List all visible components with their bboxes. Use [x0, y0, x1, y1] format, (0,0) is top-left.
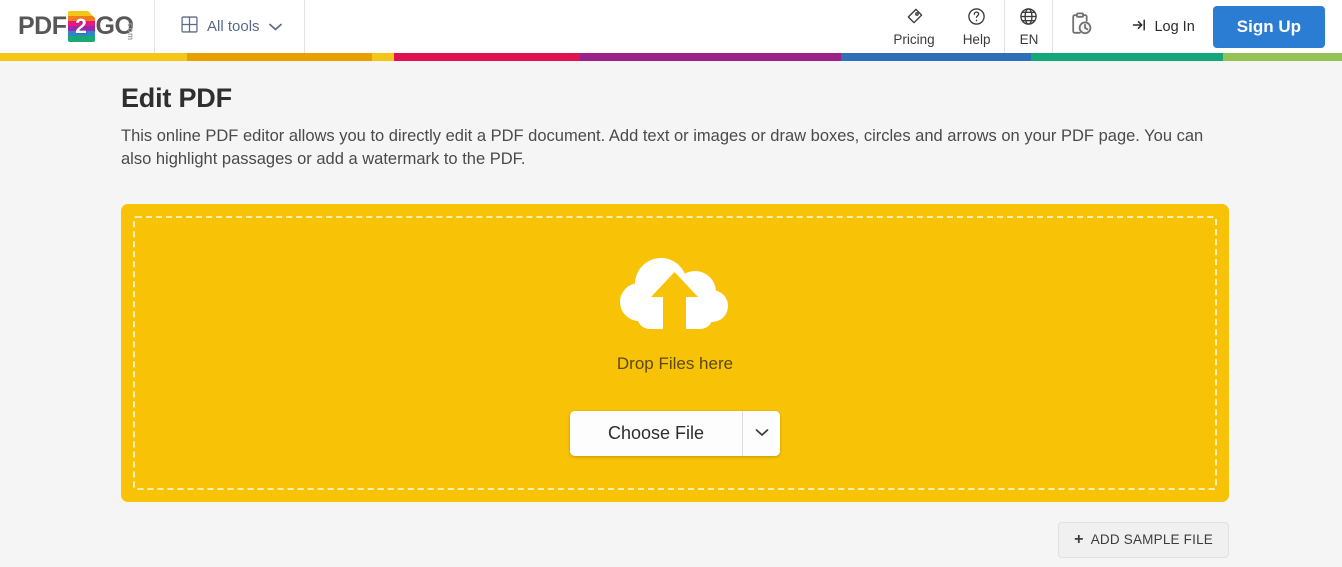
logo-badge-two: 2: [75, 15, 87, 38]
choose-file-button[interactable]: Choose File: [569, 410, 743, 456]
content-column: Edit PDF This online PDF editor allows y…: [121, 61, 1229, 502]
nav-label-pricing: Pricing: [893, 31, 935, 47]
stripe-segment-4: [580, 53, 841, 61]
chevron-down-icon: [755, 424, 769, 442]
question-circle-icon: [967, 7, 986, 31]
stripe-segment-0: [0, 53, 187, 61]
logo-text-left: PDF: [18, 12, 67, 40]
header-nav: Pricing Help EN: [879, 0, 1110, 53]
cloud-upload-icon: [617, 250, 733, 347]
logo-document-icon: 2: [67, 11, 95, 42]
color-stripe: [0, 53, 1342, 61]
price-tag-icon: [905, 7, 924, 31]
add-sample-file-label: ADD SAMPLE FILE: [1090, 532, 1213, 548]
main-content: Edit PDF This online PDF editor allows y…: [0, 61, 1342, 567]
stripe-segment-3: [394, 53, 580, 61]
stripe-segment-2: [372, 53, 394, 61]
all-tools-label: All tools: [207, 18, 260, 35]
site-header: PDF 2 GO .com All tools Pricing Help EN …: [0, 0, 1342, 53]
clipboard-clock-icon: [1068, 11, 1095, 43]
nav-item-pricing[interactable]: Pricing: [879, 0, 948, 53]
logo-cell[interactable]: PDF 2 GO .com: [0, 0, 155, 53]
all-tools-menu[interactable]: All tools: [155, 0, 305, 53]
nav-item-language[interactable]: EN: [1005, 0, 1052, 53]
site-logo[interactable]: PDF 2 GO .com: [18, 11, 154, 42]
globe-icon: [1019, 7, 1038, 31]
auth-group: Log In Sign Up: [1110, 5, 1342, 48]
page-description: This online PDF editor allows you to dir…: [121, 127, 1204, 168]
login-button[interactable]: Log In: [1132, 17, 1195, 37]
choose-file-group: Choose File: [569, 410, 781, 456]
choose-file-dropdown-toggle[interactable]: [742, 410, 781, 456]
nav-label-help: Help: [962, 31, 991, 47]
plus-icon: +: [1074, 530, 1084, 548]
stripe-segment-5: [841, 53, 1031, 61]
stripe-segment-6: [1031, 53, 1223, 61]
nav-label-language: EN: [1019, 31, 1039, 47]
dropzone-label: Drop Files here: [616, 353, 734, 373]
chevron-down-icon: [268, 18, 282, 36]
login-arrow-icon: [1132, 17, 1148, 37]
signup-button[interactable]: Sign Up: [1212, 5, 1325, 48]
stripe-segment-7: [1223, 53, 1342, 61]
logo-suffix: .com: [126, 20, 136, 41]
add-sample-file-button[interactable]: + ADD SAMPLE FILE: [1058, 521, 1229, 558]
grid-icon: [181, 15, 198, 38]
file-history-button[interactable]: [1053, 0, 1110, 53]
dropzone-stack: Drop Files here Choose File: [569, 250, 781, 456]
login-label: Log In: [1154, 18, 1195, 35]
file-dropzone[interactable]: Drop Files here Choose File: [121, 203, 1229, 502]
sample-file-row: + ADD SAMPLE FILE: [121, 521, 1229, 558]
stripe-segment-1: [187, 53, 372, 61]
nav-item-help[interactable]: Help: [949, 0, 1005, 53]
page-title: Edit PDF: [121, 83, 232, 113]
